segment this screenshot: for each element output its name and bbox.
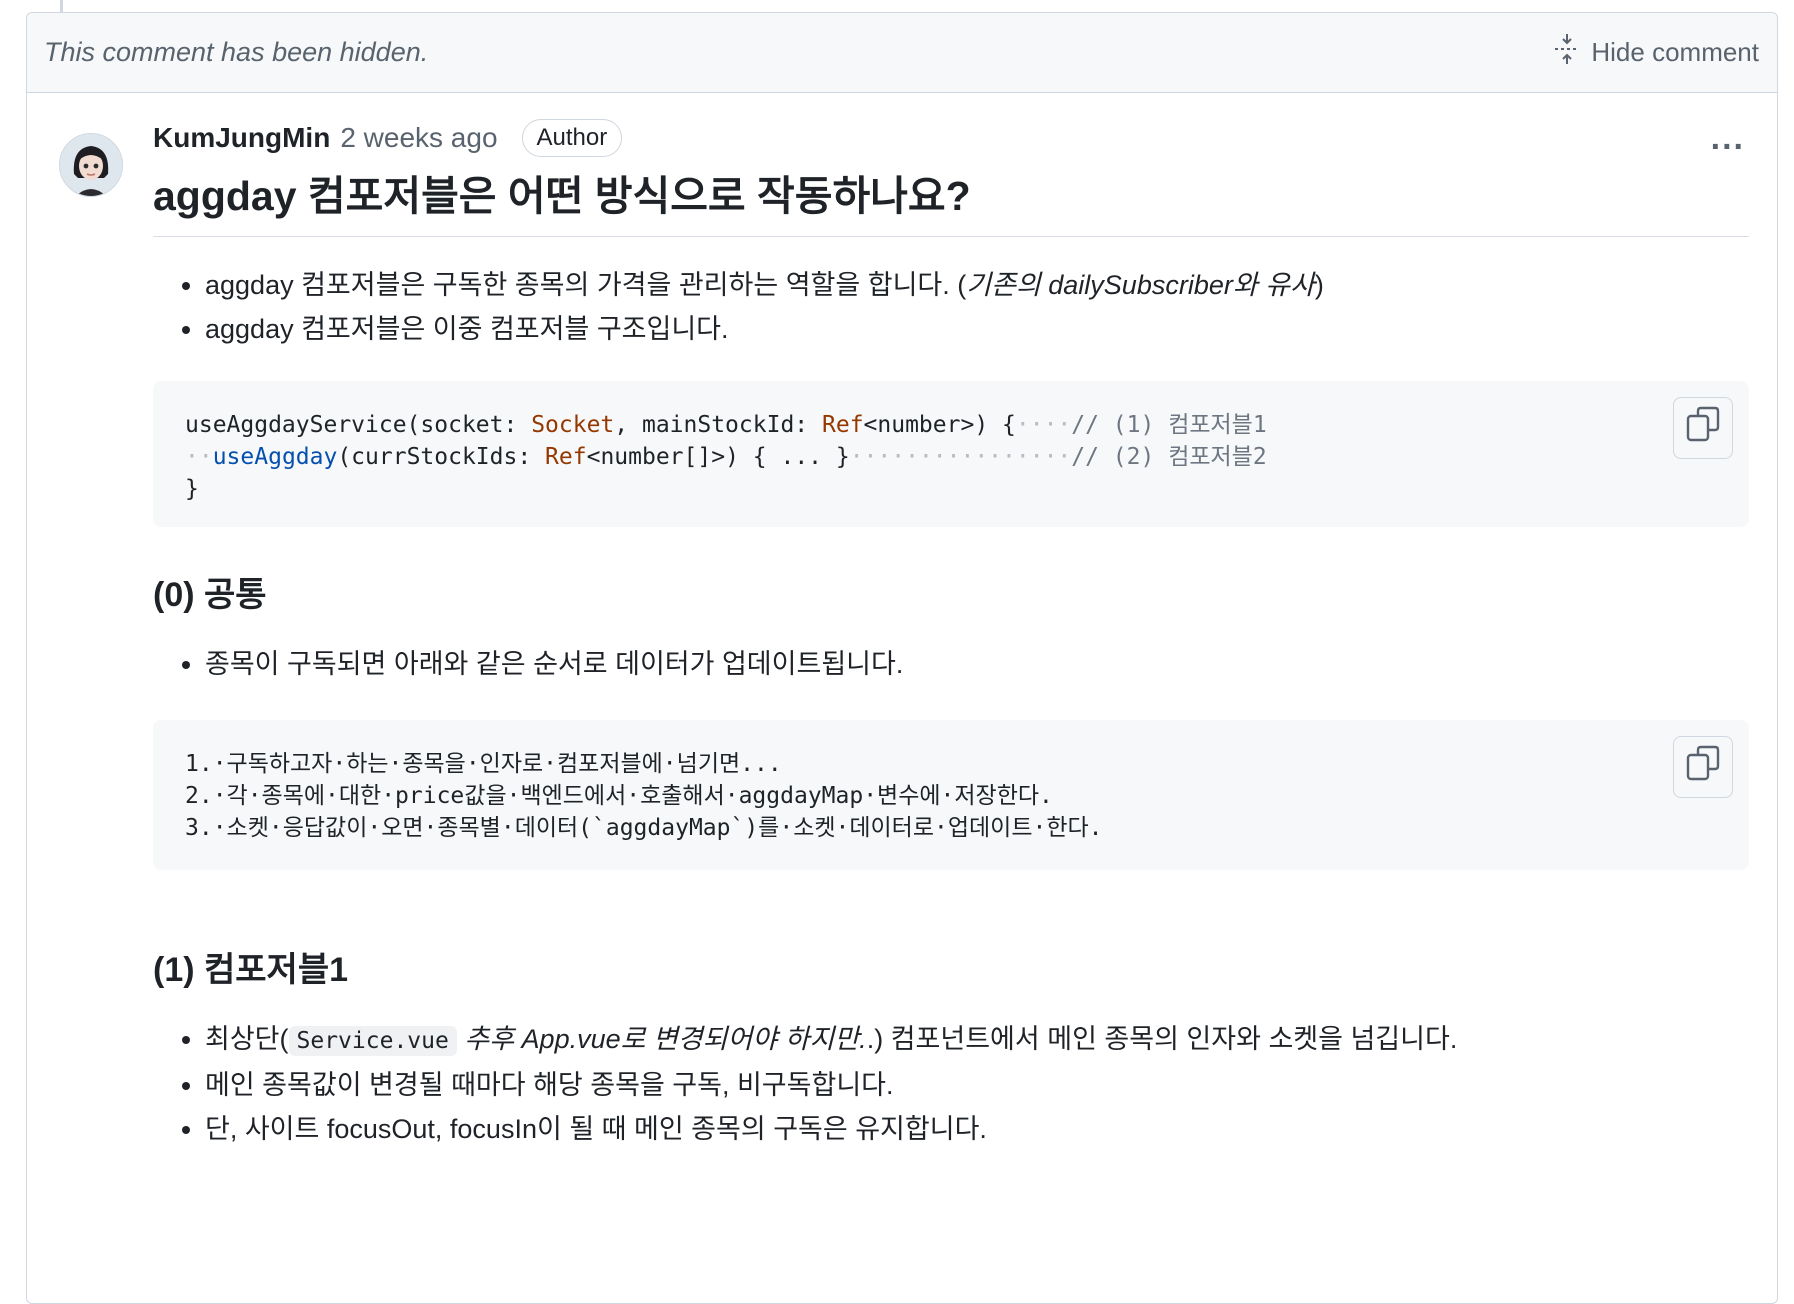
- timeline-line: [60, 0, 63, 12]
- inline-code: Service.vue: [288, 1026, 457, 1057]
- list-item-text: ): [1314, 270, 1324, 301]
- section-heading: (1) 컴포저블1: [153, 951, 349, 990]
- code-token: <number[]>: [586, 444, 726, 471]
- section-heading: (0) 공통: [153, 576, 267, 615]
- code-block-steps: 1.·구독하고자·하는·종목을·인자로·컴포저블에·넘기면... 2.·각·종목…: [153, 720, 1749, 871]
- comment-card: This comment has been hidden. Hide comme…: [26, 12, 1778, 1304]
- list-item: 최상단(Service.vue 추후 App.vue로 변경되어야 하지만..)…: [205, 1017, 1749, 1063]
- code-token: }: [185, 476, 199, 503]
- code-token: ) { ... }: [725, 444, 850, 471]
- author-link[interactable]: KumJungMin: [153, 122, 330, 154]
- code-token: Socket: [531, 412, 615, 439]
- list-item-text: aggday 컴포저블은 구독한 종목의 가격을 관리하는 역할을 합니다. (: [205, 270, 967, 301]
- code-line: 1.·구독하고자·하는·종목을·인자로·컴포저블에·넘기면...: [185, 751, 782, 778]
- code-whitespace: ················: [849, 444, 1072, 471]
- copy-code-button[interactable]: [1673, 397, 1733, 460]
- list-item: 단, 사이트 focusOut, focusIn이 될 때 메인 종목의 구독은…: [205, 1107, 1749, 1151]
- avatar[interactable]: [59, 133, 123, 197]
- author-badge: Author: [521, 119, 623, 157]
- comment-header: KumJungMin 2 weeks ago Author: [153, 113, 1749, 163]
- code-comment: // (2) 컴포저블2: [1071, 444, 1267, 471]
- hidden-comment-bar: This comment has been hidden. Hide comme…: [27, 13, 1777, 93]
- section0-list: 종목이 구독되면 아래와 같은 순서로 데이터가 업데이트됩니다.: [153, 642, 1749, 686]
- code-token: <number>: [863, 412, 975, 439]
- code-comment: // (1) 컴포저블1: [1071, 412, 1267, 439]
- code-token: Ref: [822, 412, 864, 439]
- code-token: ) {: [974, 412, 1016, 439]
- code-whitespace: ··: [185, 444, 213, 471]
- code-block-structure: useAggdayService(socket: Socket, mainSto…: [153, 381, 1749, 528]
- hide-comment-label: Hide comment: [1591, 37, 1759, 67]
- fold-icon: [1553, 33, 1581, 72]
- list-item: 메인 종목값이 변경될 때마다 해당 종목을 구독, 비구독합니다.: [205, 1063, 1749, 1107]
- copy-icon: [1686, 406, 1720, 451]
- list-item: aggday 컴포저블은 이중 컴포저블 구조입니다.: [205, 307, 1749, 351]
- code-line: 2.·각·종목에·대한·price값을·백엔드에서·호출해서·aggdayMap…: [185, 783, 1053, 810]
- list-item-text: 최상단(: [205, 1024, 289, 1055]
- comment-body: KumJungMin 2 weeks ago Author ... aggday…: [153, 113, 1749, 1151]
- code-token: (currStockIds:: [337, 444, 546, 471]
- code-line: 3.·소켓·응답값이·오면·종목별·데이터(`aggdayMap`)를·소켓·데…: [185, 815, 1103, 842]
- hide-comment-button[interactable]: Hide comment: [1553, 33, 1759, 72]
- code-token: useAggday: [212, 444, 338, 471]
- page-title: aggday 컴포저블은 어떤 방식으로 작동하나요?: [153, 171, 1749, 238]
- section1-list: 최상단(Service.vue 추후 App.vue로 변경되어야 하지만..)…: [153, 1017, 1749, 1151]
- more-options-button[interactable]: ...: [1711, 119, 1745, 158]
- list-item: 종목이 구독되면 아래와 같은 순서로 데이터가 업데이트됩니다.: [205, 642, 1749, 686]
- list-item-text: .) 컴포넌트에서 메인 종목의 인자와 소켓을 넘깁니다.: [866, 1024, 1458, 1055]
- copy-code-button[interactable]: [1673, 736, 1733, 799]
- code-token: useAggdayService(socket:: [185, 412, 532, 439]
- code-token: , mainStockId:: [614, 412, 822, 439]
- copy-icon: [1686, 745, 1720, 790]
- list-item: aggday 컴포저블은 구독한 종목의 가격을 관리하는 역할을 합니다. (…: [205, 263, 1749, 307]
- code-whitespace: ····: [1015, 412, 1072, 439]
- intro-list: aggday 컴포저블은 구독한 종목의 가격을 관리하는 역할을 합니다. (…: [153, 263, 1749, 351]
- list-item-emphasis: 추후 App.vue로 변경되어야 하지만.: [464, 1024, 867, 1055]
- code-token: Ref: [545, 444, 587, 471]
- hidden-comment-text: This comment has been hidden.: [44, 37, 429, 67]
- timestamp-link[interactable]: 2 weeks ago: [340, 122, 497, 154]
- list-item-emphasis: 기존의 dailySubscriber와 유사: [966, 270, 1315, 301]
